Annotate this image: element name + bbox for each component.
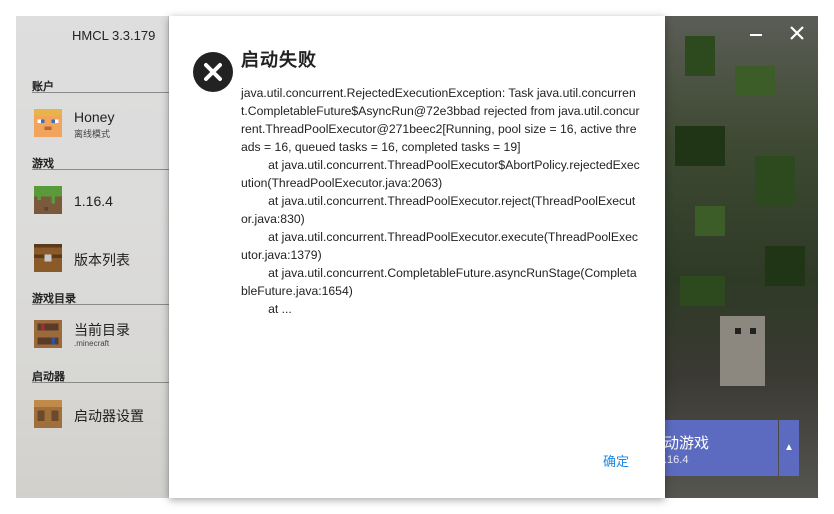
account-name: Honey [74,109,115,125]
launch-game-button[interactable]: 动游戏 .16.4 [646,420,778,476]
close-icon [790,26,804,40]
bookshelf-icon [34,320,62,348]
divider [32,382,169,383]
minimize-icon [750,34,762,36]
error-circle-icon [193,52,233,92]
launch-label: 动游戏 [664,435,710,452]
crafting-table-icon [34,400,62,428]
divider [32,92,169,93]
grass-block-icon [34,186,62,214]
launch-version: .16.4 [664,454,689,466]
ok-button[interactable]: 确定 [593,450,639,474]
error-dialog: 启动失败 java.util.concurrent.RejectedExecut… [169,16,665,498]
sidebar-item-label: 当前目录 [74,322,130,338]
steve-head-icon [34,109,62,137]
account-mode: 离线模式 [74,129,111,139]
divider [32,304,169,305]
divider [32,169,169,170]
error-message: java.util.concurrent.RejectedExecutionEx… [241,86,640,316]
sidebar-item-label: 启动器设置 [74,408,144,424]
launch-menu-button[interactable]: ▲ [779,420,799,476]
sidebar-item-label: 1.16.4 [74,193,113,209]
sidebar-item-sub: .minecraft [74,339,110,348]
dialog-title: 启动失败 [241,50,317,70]
app-title: HMCL 3.3.179 [72,28,156,43]
close-window-button[interactable] [788,24,806,42]
sidebar: HMCL 3.3.179 账户 Honey 离线模式 游戏 1.16.4 版本列… [16,16,171,498]
chest-icon [34,244,62,272]
sidebar-item-label: 版本列表 [74,252,130,268]
minimize-button[interactable] [749,26,763,44]
